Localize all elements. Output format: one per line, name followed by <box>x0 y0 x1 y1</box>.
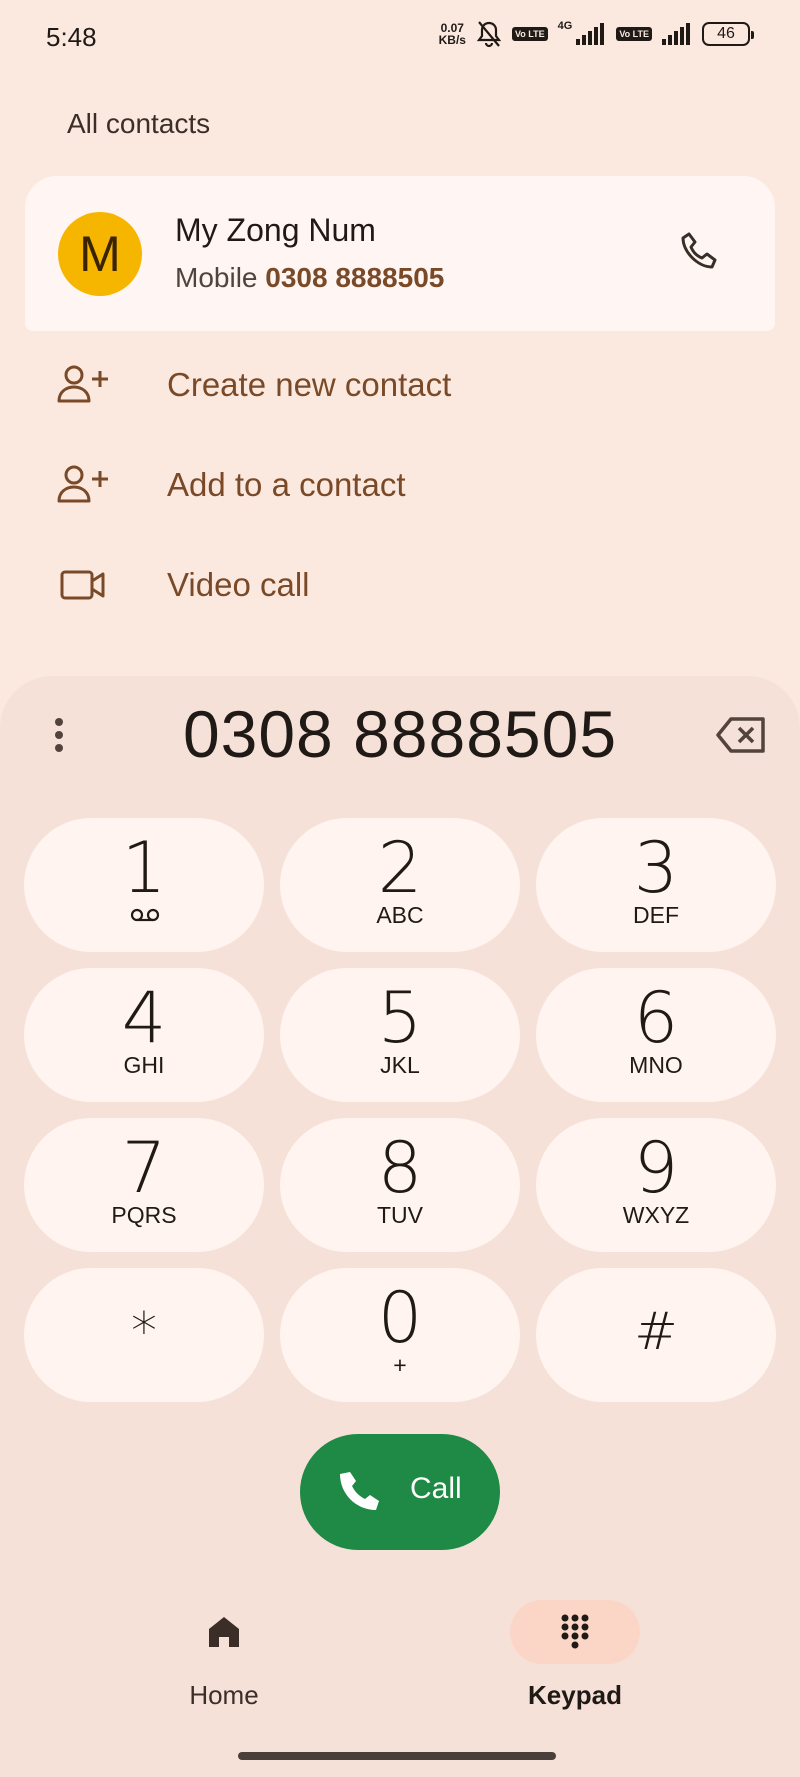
contact-number-type: Mobile <box>175 262 258 293</box>
person-add-icon <box>57 465 108 503</box>
dialed-number[interactable]: 0308 8888505 <box>100 696 700 772</box>
network-speed-unit: KB/s <box>438 33 466 47</box>
volte-badge-1: Vo LTE <box>511 27 548 41</box>
key-3[interactable]: 3 DEF <box>536 818 776 952</box>
gesture-bar[interactable] <box>238 1752 556 1760</box>
key-letters: JKL <box>380 1052 420 1078</box>
contact-name: My Zong Num <box>175 212 376 248</box>
signal-icon <box>576 23 605 45</box>
status-bar: 5:48 0.07 KB/s Vo LTE 4G Vo LTE 46 <box>0 0 800 72</box>
key-digit: # <box>634 1302 678 1362</box>
key-6[interactable]: 6 MNO <box>536 968 776 1102</box>
status-time: 5:48 <box>46 22 97 52</box>
status-icons: 0.07 KB/s Vo LTE 4G Vo LTE 46 <box>439 20 754 48</box>
network-speed: 0.07 KB/s <box>439 22 466 46</box>
key-star[interactable]: * <box>24 1268 264 1402</box>
voicemail-icon <box>130 908 160 922</box>
create-new-contact-label: Create new contact <box>167 366 452 403</box>
phone-icon <box>340 1472 379 1510</box>
key-letters: WXYZ <box>622 1202 690 1228</box>
keypad: 1 2 ABC 3 DEF 4 GHI 5 JKL 6 MNO 7 PQRS 8… <box>24 818 776 1402</box>
nav-keypad-label: Keypad <box>528 1680 622 1710</box>
call-label: Call <box>410 1472 462 1505</box>
key-0[interactable]: 0 + <box>280 1268 520 1402</box>
signal-icon <box>662 23 690 45</box>
nav-keypad[interactable]: Keypad <box>475 1600 675 1710</box>
more-options-icon[interactable] <box>44 712 74 758</box>
key-digit: 3 <box>633 827 679 909</box>
video-call-action[interactable]: Video call <box>0 540 800 630</box>
contact-number: 0308 8888505 <box>265 262 445 293</box>
key-digit: * <box>131 1302 157 1362</box>
network-type: 4G <box>557 20 573 32</box>
video-call-label: Video call <box>167 566 310 603</box>
avatar: M <box>58 212 142 296</box>
person-add-icon <box>57 365 108 403</box>
video-call-icon <box>60 570 105 600</box>
key-8[interactable]: 8 TUV <box>280 1118 520 1252</box>
add-to-contact-action[interactable]: Add to a contact <box>0 440 800 530</box>
key-digit: 4 <box>121 977 167 1059</box>
create-new-contact-action[interactable]: Create new contact <box>0 340 800 430</box>
key-letters: GHI <box>123 1052 165 1078</box>
dialer-screen: 5:48 0.07 KB/s Vo LTE 4G Vo LTE 46 All c… <box>0 0 800 1777</box>
key-7[interactable]: 7 PQRS <box>24 1118 264 1252</box>
key-letters: + <box>393 1352 407 1378</box>
key-digit: 6 <box>633 977 679 1059</box>
add-to-contact-label: Add to a contact <box>167 466 406 503</box>
call-button[interactable]: Call <box>300 1434 500 1550</box>
key-digit: 9 <box>633 1127 679 1209</box>
key-letters: DEF <box>633 902 679 928</box>
key-digit: 0 <box>377 1277 423 1359</box>
bell-off-icon <box>476 21 502 48</box>
key-letters: TUV <box>377 1202 423 1228</box>
key-digit: 8 <box>377 1127 423 1209</box>
home-icon <box>209 1617 239 1647</box>
phone-icon[interactable] <box>675 228 723 276</box>
key-hash[interactable]: # <box>536 1268 776 1402</box>
backspace-icon[interactable] <box>715 716 767 754</box>
dialpad-icon <box>561 1614 589 1649</box>
key-digit: 7 <box>121 1127 167 1209</box>
key-5[interactable]: 5 JKL <box>280 968 520 1102</box>
key-letters: MNO <box>629 1052 683 1078</box>
key-digit: 1 <box>121 827 167 909</box>
key-1[interactable]: 1 <box>24 818 264 952</box>
section-title: All contacts <box>67 108 211 139</box>
key-2[interactable]: 2 ABC <box>280 818 520 952</box>
volte-badge-2: Vo LTE <box>616 27 652 41</box>
nav-home-label: Home <box>189 1680 259 1710</box>
key-digit: 5 <box>377 977 423 1059</box>
key-letters: ABC <box>376 902 424 928</box>
dialpad-sheet: 0308 8888505 1 2 ABC 3 DEF 4 GHI 5 JKL 6… <box>0 676 800 1777</box>
contact-card[interactable]: M My Zong Num Mobile 0308 8888505 <box>25 176 775 331</box>
key-digit: 2 <box>377 827 423 909</box>
key-9[interactable]: 9 WXYZ <box>536 1118 776 1252</box>
key-4[interactable]: 4 GHI <box>24 968 264 1102</box>
nav-home[interactable]: Home <box>124 1600 324 1710</box>
battery-icon: 46 <box>702 22 754 46</box>
key-letters: PQRS <box>111 1202 177 1228</box>
contact-number-line: Mobile 0308 8888505 <box>175 262 444 294</box>
